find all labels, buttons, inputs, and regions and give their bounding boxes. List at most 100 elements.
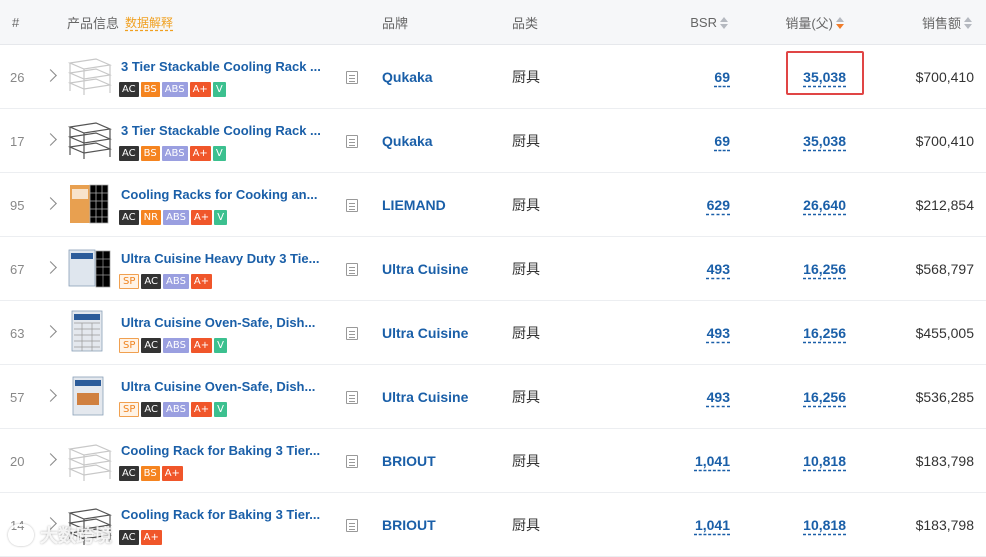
bsr-link[interactable]: 629 <box>707 173 730 237</box>
chevron-right-icon[interactable] <box>44 325 57 338</box>
tag-abs: ABS <box>161 82 188 97</box>
bsr-link[interactable]: 1,041 <box>695 493 730 557</box>
product-title-link[interactable]: Cooling Rack for Baking 3 Tier... <box>121 443 320 458</box>
sales-link[interactable]: 10,818 <box>803 493 846 557</box>
tag-abs: ABS <box>163 210 189 225</box>
tag-ac: AC <box>119 82 139 97</box>
product-thumbnail[interactable] <box>66 117 112 163</box>
tag-abs: ABS <box>163 274 189 289</box>
category-cell: 厨具 <box>512 69 540 85</box>
tag-ac: AC <box>119 210 139 225</box>
product-title-link[interactable]: Cooling Rack for Baking 3 Tier... <box>121 507 320 522</box>
table-row[interactable]: 63 Ultra Cuisine Oven-Safe, Dish... SP A… <box>0 301 986 365</box>
product-thumbnail[interactable] <box>66 437 112 483</box>
document-icon[interactable] <box>346 327 358 340</box>
tag-aplus: A+ <box>140 530 162 545</box>
bsr-link[interactable]: 493 <box>707 365 730 429</box>
product-title-link[interactable]: 3 Tier Stackable Cooling Rack ... <box>121 123 321 138</box>
document-icon[interactable] <box>346 263 358 276</box>
sales-link[interactable]: 26,640 <box>803 173 846 237</box>
tag-v: V <box>214 402 227 417</box>
table-row[interactable]: 20 Cooling Rack for Baking 3 Tier... AC … <box>0 429 986 493</box>
tag-ac: AC <box>141 402 162 417</box>
document-icon[interactable] <box>346 135 358 148</box>
brand-link[interactable]: LIEMAND <box>382 173 446 237</box>
tag-bs: BS <box>140 82 160 97</box>
product-tags: SP AC ABS A+ <box>119 274 213 289</box>
revenue-cell: $183,798 <box>915 517 974 533</box>
brand-link[interactable]: BRIOUT <box>382 429 436 493</box>
tag-sp: SP <box>119 338 140 353</box>
watermark: 大数跨境 <box>8 522 112 548</box>
table-row[interactable]: 67 Ultra Cuisine Heavy Duty 3 Tie... SP … <box>0 237 986 301</box>
bsr-link[interactable]: 69 <box>714 109 730 173</box>
row-index: 57 <box>10 389 25 405</box>
document-icon[interactable] <box>346 71 358 84</box>
header-revenue-label: 销售额 <box>921 16 961 31</box>
tag-v: V <box>214 210 228 225</box>
brand-link[interactable]: Ultra Cuisine <box>382 301 468 365</box>
product-tags: AC BS A+ <box>119 466 183 481</box>
row-index: 63 <box>10 325 25 341</box>
product-title-link[interactable]: Cooling Racks for Cooking an... <box>121 187 317 202</box>
product-thumbnail[interactable] <box>66 181 112 227</box>
sales-link[interactable]: 35,038 <box>803 109 846 173</box>
product-title-link[interactable]: Ultra Cuisine Heavy Duty 3 Tie... <box>121 251 319 266</box>
header-revenue-sort[interactable]: 销售额 <box>922 0 972 45</box>
header-product: 产品信息 数据解释 <box>67 0 173 45</box>
document-icon[interactable] <box>346 455 358 468</box>
data-explain-link[interactable]: 数据解释 <box>125 14 173 31</box>
brand-link[interactable]: Qukaka <box>382 109 433 173</box>
document-icon[interactable] <box>346 519 358 532</box>
category-cell: 厨具 <box>512 133 540 149</box>
brand-link[interactable]: Qukaka <box>382 45 433 109</box>
bsr-link[interactable]: 1,041 <box>695 429 730 493</box>
product-thumbnail[interactable] <box>66 309 112 355</box>
category-cell: 厨具 <box>512 197 540 213</box>
bsr-link[interactable]: 493 <box>707 237 730 301</box>
chevron-right-icon[interactable] <box>44 389 57 402</box>
header-sales-label: 销量(父) <box>785 16 833 31</box>
product-title-link[interactable]: Ultra Cuisine Oven-Safe, Dish... <box>121 315 315 330</box>
table-row[interactable]: 14 Cooling Rack for Baking 3 Tier... AC … <box>0 493 986 557</box>
product-thumbnail[interactable] <box>66 53 112 99</box>
chevron-right-icon[interactable] <box>44 133 57 146</box>
bsr-link[interactable]: 69 <box>714 45 730 109</box>
sales-link[interactable]: 16,256 <box>803 301 846 365</box>
sort-desc-icon <box>836 16 844 29</box>
tag-abs: ABS <box>161 146 188 161</box>
sales-link[interactable]: 16,256 <box>803 237 846 301</box>
table-row[interactable]: 57 Ultra Cuisine Oven-Safe, Dish... SP A… <box>0 365 986 429</box>
product-title-link[interactable]: 3 Tier Stackable Cooling Rack ... <box>121 59 321 74</box>
category-cell: 厨具 <box>512 261 540 277</box>
product-thumbnail[interactable] <box>66 373 112 419</box>
document-icon[interactable] <box>346 199 358 212</box>
product-tags: AC NR ABS A+ V <box>119 210 228 225</box>
header-bsr-sort[interactable]: BSR <box>690 0 728 45</box>
document-icon[interactable] <box>346 391 358 404</box>
chevron-right-icon[interactable] <box>44 453 57 466</box>
chevron-right-icon[interactable] <box>44 197 57 210</box>
bsr-link[interactable]: 493 <box>707 301 730 365</box>
revenue-cell: $700,410 <box>915 133 974 149</box>
table-row[interactable]: 17 3 Tier Stackable Cooling Rack ... AC … <box>0 109 986 173</box>
product-title-link[interactable]: Ultra Cuisine Oven-Safe, Dish... <box>121 379 315 394</box>
sales-link[interactable]: 16,256 <box>803 365 846 429</box>
chevron-right-icon[interactable] <box>44 261 57 274</box>
sales-link[interactable]: 10,818 <box>803 429 846 493</box>
chevron-right-icon[interactable] <box>44 69 57 82</box>
brand-link[interactable]: Ultra Cuisine <box>382 237 468 301</box>
tag-aplus: A+ <box>190 274 213 289</box>
table-row[interactable]: 95 Cooling Racks for Cooking an... AC NR… <box>0 173 986 237</box>
tag-v: V <box>214 338 227 353</box>
product-thumbnail[interactable] <box>66 245 112 291</box>
tag-ac: AC <box>119 466 139 481</box>
brand-link[interactable]: Ultra Cuisine <box>382 365 468 429</box>
row-index: 95 <box>10 197 25 213</box>
highlight-box <box>786 51 864 95</box>
header-sales-sort[interactable]: 销量(父) <box>785 0 844 45</box>
tag-aplus: A+ <box>190 338 213 353</box>
revenue-cell: $536,285 <box>915 389 974 405</box>
brand-link[interactable]: BRIOUT <box>382 493 436 557</box>
revenue-cell: $183,798 <box>915 453 974 469</box>
